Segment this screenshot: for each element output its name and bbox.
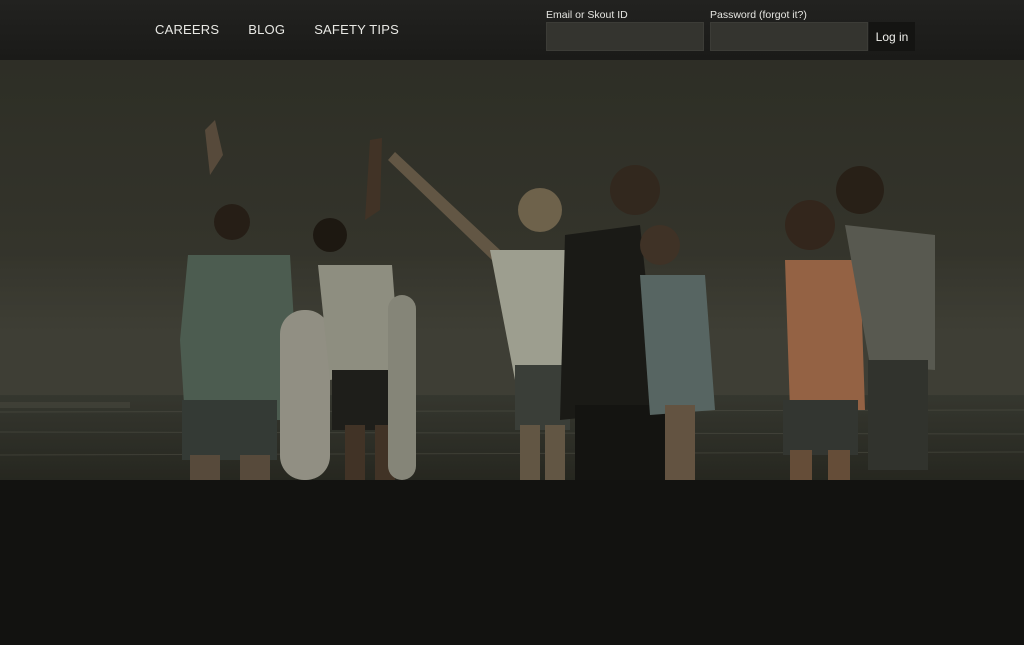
top-bar: CAREERS BLOG SAFETY TIPS Email or Skout … bbox=[0, 0, 1024, 61]
password-label[interactable]: Password (forgot it?) bbox=[710, 9, 807, 21]
hero-image bbox=[0, 60, 1024, 480]
content-area bbox=[0, 480, 1024, 645]
main-nav: CAREERS BLOG SAFETY TIPS bbox=[155, 22, 428, 37]
beach-party-photo bbox=[0, 60, 1024, 480]
nav-safety-tips-link[interactable]: SAFETY TIPS bbox=[314, 22, 399, 37]
nav-careers-link[interactable]: CAREERS bbox=[155, 22, 219, 37]
email-label: Email or Skout ID bbox=[546, 9, 628, 21]
email-field[interactable] bbox=[546, 22, 704, 51]
password-field[interactable] bbox=[710, 22, 868, 51]
nav-blog-link[interactable]: BLOG bbox=[248, 22, 285, 37]
login-button[interactable]: Log in bbox=[869, 22, 915, 51]
